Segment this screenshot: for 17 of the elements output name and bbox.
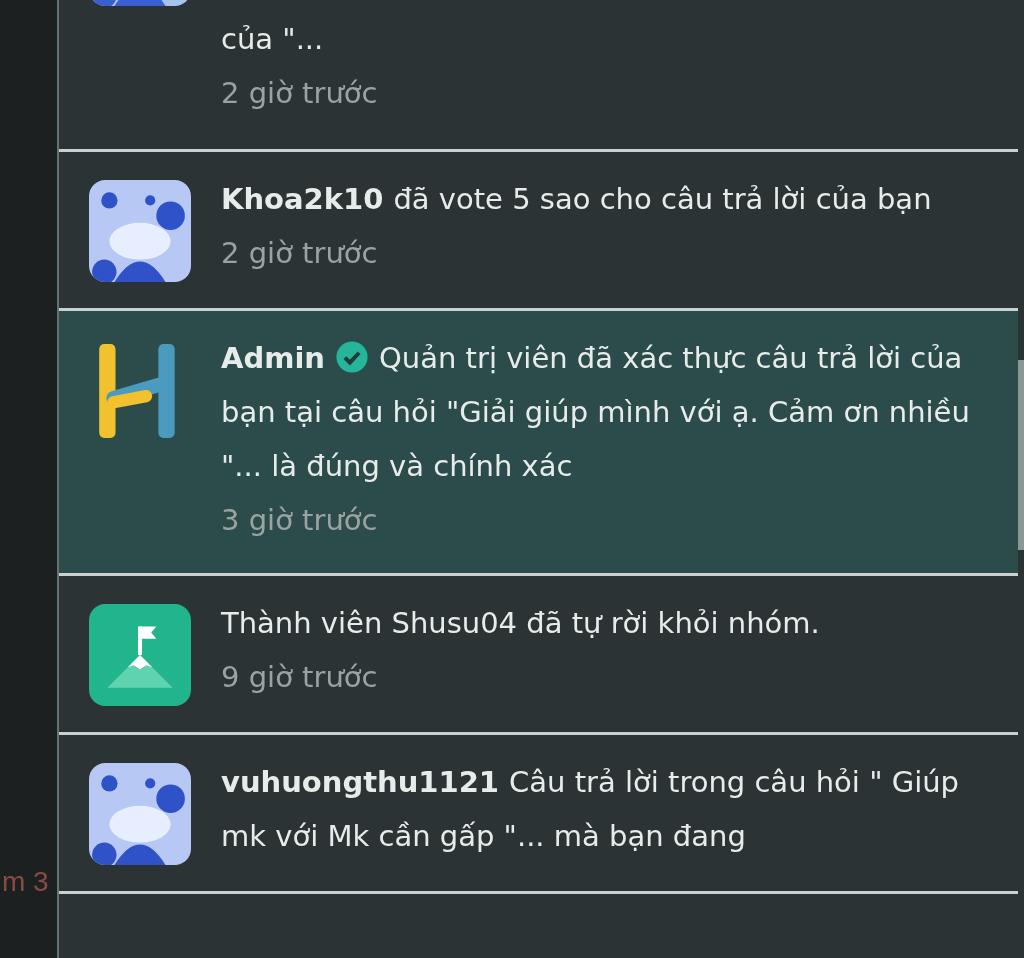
notification-item[interactable]: Thành viên Shusu04 đã tự rời khỏi nhóm. 9 giờ trước (59, 576, 1018, 735)
notification-time: 3 giờ trước (221, 502, 379, 539)
username-link[interactable]: Admin (221, 341, 325, 375)
notification-time: 9 giờ trước (221, 659, 379, 696)
notification-item[interactable]: vuhuongthu1121 Câu trả lời trong câu hỏi " Giúp mk với Mk cần gấp "... mà bạn đang (59, 735, 1018, 894)
mountain-flag-icon (89, 604, 191, 706)
notification-message: Thành viên Shusu04 đã tự rời khỏi nhóm. (221, 605, 821, 642)
username-link[interactable]: Khoa2k10 (221, 182, 384, 216)
notification-time: 2 giờ trước (221, 235, 379, 272)
notification-time: 2 giờ trước (221, 75, 379, 112)
notification-message: vuhuongthu1121 Câu trả lời trong câu hỏi " Giúp mk với Mk cần gấp "... mà bạn đang (221, 764, 960, 855)
notification-message: của "... (221, 21, 325, 58)
notification-item[interactable]: Admin Quản trị viên đã xác thực câu trả lời của bạn tại câu hỏi "Giải giúp mình với ạ. Cảm ơn nhiều "... là đúng và chính xác 3 giờ trước (59, 311, 1018, 576)
username-link[interactable]: vuhuongthu1121 (221, 765, 500, 799)
notification-message: Khoa2k10 đã vote 5 sao cho câu trả lời của bạn (221, 181, 933, 218)
background-text: m 3 (2, 866, 49, 898)
notification-message: Admin Quản trị viên đã xác thực câu trả lời của bạn tại câu hỏi "Giải giúp mình với ạ. Cảm ơn nhiều "... là đúng và chính xác (221, 339, 971, 485)
